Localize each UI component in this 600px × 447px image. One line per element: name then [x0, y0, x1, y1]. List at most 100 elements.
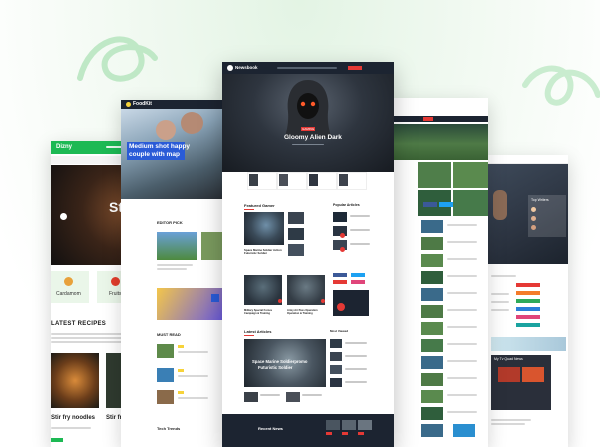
featured-bottom-image-2[interactable]: [287, 275, 325, 305]
category-card-cardamom[interactable]: [51, 271, 89, 303]
person-silhouette: [156, 120, 176, 140]
tvquad-section: [491, 355, 551, 410]
social-button-youtube[interactable]: [333, 280, 347, 284]
social-button-twitter[interactable]: [439, 202, 453, 207]
social-button-facebook[interactable]: [423, 202, 437, 207]
recent-news-tag[interactable]: [358, 432, 364, 435]
category-pill-pink[interactable]: [516, 315, 540, 319]
play-badge[interactable]: [321, 299, 325, 303]
popular-item[interactable]: [333, 212, 347, 222]
hero-play-icon[interactable]: [60, 213, 67, 220]
most-viewed-thumb[interactable]: [330, 352, 342, 361]
social-button-facebook[interactable]: [333, 273, 347, 277]
sports-list-thumb[interactable]: [421, 390, 443, 403]
most-viewed-thumb[interactable]: [330, 378, 342, 387]
category-pill-blue[interactable]: [516, 307, 540, 311]
ad-block[interactable]: [491, 337, 566, 351]
featured-main-caption[interactable]: Space Marine Soldier Action Futuristic S…: [244, 248, 284, 256]
must-read-thumb-2[interactable]: [157, 368, 174, 382]
text-line: [447, 224, 477, 226]
news-thumb[interactable]: [522, 367, 544, 382]
must-read-thumb-3[interactable]: [157, 390, 174, 404]
featured-side-image-3[interactable]: [288, 244, 304, 256]
must-read-thumb-1[interactable]: [157, 344, 174, 358]
hero-title-line2[interactable]: couple with map: [129, 151, 180, 158]
foodkit-preview-card[interactable]: FoodKit Medium shot happy couple with ma…: [121, 100, 223, 447]
editor-pick-image-2[interactable]: [201, 232, 223, 260]
hero-title[interactable]: Gloomy Alien Dark: [284, 134, 342, 141]
sports-list-thumb[interactable]: [421, 271, 443, 284]
sports-tile[interactable]: [453, 162, 488, 188]
sports-nav-active[interactable]: [423, 117, 433, 121]
recipe-title-2[interactable]: Stir fr: [106, 415, 122, 421]
sports-list-thumb[interactable]: [421, 339, 443, 352]
dizny-logo[interactable]: Dizny: [56, 144, 72, 150]
hero-title-line1[interactable]: Medium shot happy: [129, 143, 190, 150]
category-pill-orange[interactable]: [516, 291, 540, 295]
sports-list-thumb[interactable]: [421, 407, 443, 420]
featured-bottom-image-1[interactable]: [244, 275, 282, 305]
avatar[interactable]: [531, 216, 536, 221]
category-pill-green[interactable]: [516, 299, 540, 303]
category-pill-teal[interactable]: [516, 323, 540, 327]
latest-small-thumb[interactable]: [244, 392, 258, 402]
recent-news-thumb[interactable]: [358, 420, 372, 430]
play-badge[interactable]: [278, 299, 282, 303]
featured-bottom-caption-2[interactable]: Army Air Pass Operation Operation & Trai…: [287, 309, 325, 315]
recent-news-thumb[interactable]: [326, 420, 340, 430]
editor-pick-image-1[interactable]: [157, 232, 197, 260]
sports-list-thumb[interactable]: [421, 237, 443, 250]
social-button-twitter[interactable]: [351, 273, 365, 277]
featured-bottom-caption-1[interactable]: Military Special Forces Campaign & Train…: [244, 309, 282, 315]
recipe-image-noodles[interactable]: [51, 353, 99, 408]
sports-tile[interactable]: [418, 162, 451, 188]
featured-side-image-1[interactable]: [288, 212, 304, 224]
recent-news-tag[interactable]: [342, 432, 348, 435]
sports-tile[interactable]: [453, 190, 488, 216]
recent-news-tag[interactable]: [326, 432, 332, 435]
text-line: [157, 268, 187, 270]
latest-hero-title-2[interactable]: Futuristic Soldier: [258, 365, 292, 370]
sports-list-thumb[interactable]: [421, 322, 443, 335]
heading-underline: [244, 209, 254, 210]
text-line: [350, 243, 370, 245]
tvquad-section-heading: My Tv Quad News: [494, 357, 523, 361]
sports-list-thumb[interactable]: [421, 373, 443, 386]
sports-news-preview-card[interactable]: [393, 98, 488, 447]
recipe-title-1[interactable]: Stir fry noodles: [51, 415, 95, 421]
promo-banner[interactable]: [157, 288, 223, 320]
featured-main-image[interactable]: [244, 212, 284, 245]
avatar[interactable]: [531, 207, 536, 212]
text-line: [447, 394, 477, 396]
tvquad-preview-card[interactable]: Top Writers My Tv Quad News: [488, 155, 568, 447]
foodkit-logo-dot: [126, 102, 131, 107]
news-thumb[interactable]: [498, 367, 520, 382]
sports-list-thumb[interactable]: [421, 356, 443, 369]
featured-side-image-2[interactable]: [288, 228, 304, 240]
tile-thumb: [279, 174, 288, 186]
nav-menu[interactable]: [277, 67, 337, 69]
avatar[interactable]: [531, 225, 536, 230]
social-button-instagram[interactable]: [351, 280, 365, 284]
sports-list-thumb[interactable]: [421, 288, 443, 301]
tile-thumb: [249, 174, 258, 186]
sports-list-thumb[interactable]: [421, 220, 443, 233]
most-viewed-thumb[interactable]: [330, 365, 342, 374]
text-line: [178, 397, 208, 399]
most-viewed-thumb[interactable]: [330, 339, 342, 348]
decorative-swirl-left: [77, 36, 158, 82]
sports-list-thumb[interactable]: [421, 305, 443, 318]
sports-list-thumb[interactable]: [421, 254, 443, 267]
latest-hero-title-1[interactable]: Space Marine Soldierpromo: [252, 359, 307, 364]
category-pill-red[interactable]: [516, 283, 540, 287]
latest-small-thumb[interactable]: [286, 392, 300, 402]
newsbook-logo[interactable]: Newsbook: [235, 65, 258, 70]
subscribe-button[interactable]: [348, 66, 362, 70]
foodkit-logo[interactable]: FoodKit: [133, 101, 152, 107]
recent-news-thumb[interactable]: [342, 420, 356, 430]
text-line: [345, 355, 367, 357]
sports-list-thumb[interactable]: [421, 424, 443, 437]
newsbook-preview-card[interactable]: Newsbook GAMING Gloomy Alien Dark Featur…: [222, 62, 394, 447]
sports-list-thumb[interactable]: [453, 424, 475, 437]
text-line: [447, 411, 477, 413]
